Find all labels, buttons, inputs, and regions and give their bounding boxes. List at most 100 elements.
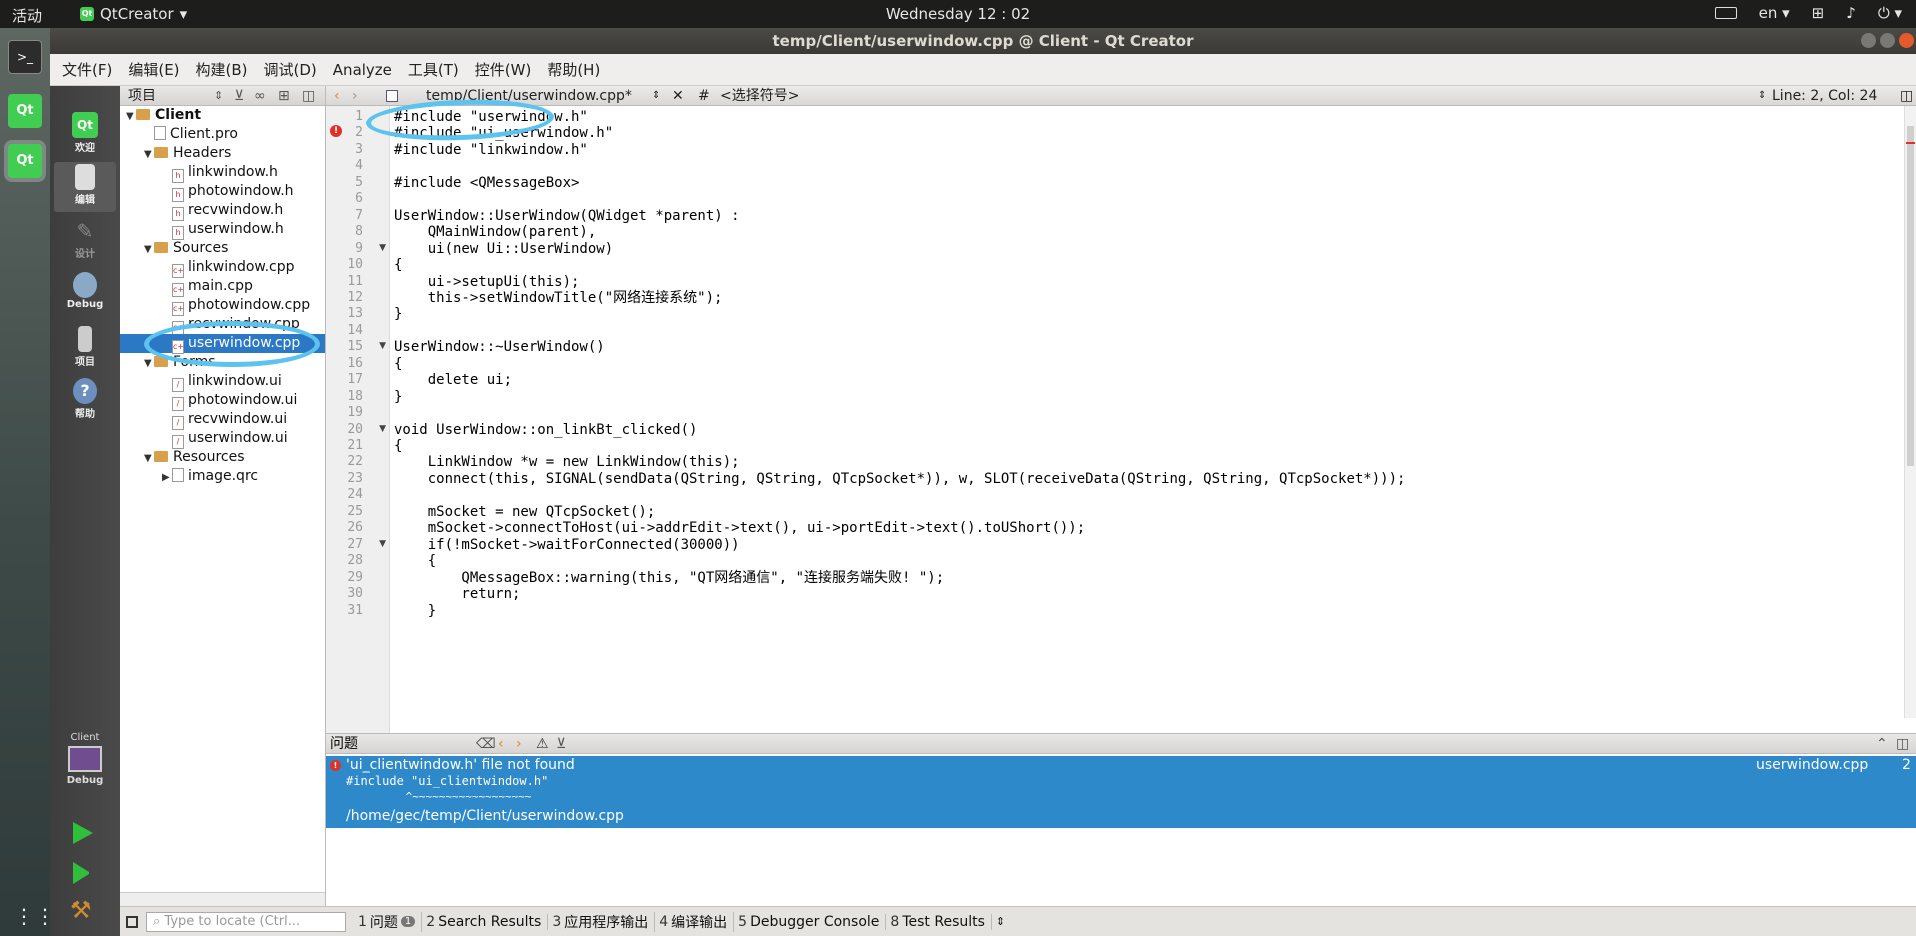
tree-item[interactable]: c+ main.cpp (120, 277, 325, 297)
code-line[interactable]: this->setWindowTitle("网络连接系统"); (394, 288, 723, 308)
activities-button[interactable]: 活动 (12, 5, 42, 26)
keyboard-icon[interactable] (1714, 7, 1737, 19)
warning-filter-icon[interactable]: ⚠ (536, 734, 549, 754)
network-icon[interactable]: ⊞ (1812, 4, 1825, 22)
output-tab-debugger[interactable]: 5 Debugger Console (738, 913, 887, 930)
code-line[interactable]: void UserWindow::on_linkBt_clicked() (394, 420, 697, 440)
error-icon[interactable]: ! (330, 125, 342, 138)
expand-arrow-icon[interactable]: ▼ (144, 240, 154, 259)
close-panel-icon[interactable]: ◫ (302, 86, 315, 106)
output-tab-tests[interactable]: 8 Test Results (890, 913, 992, 930)
tree-item[interactable]: / recvwindow.ui (120, 410, 325, 430)
language-indicator[interactable]: en ▾ (1759, 4, 1790, 22)
volume-icon[interactable]: ♪ (1846, 4, 1856, 22)
split-icon[interactable]: ⊞ (278, 86, 290, 106)
tree-item[interactable]: Client.pro (120, 125, 325, 144)
tree-item[interactable]: / userwindow.ui (120, 429, 325, 449)
filter-icon[interactable]: ⊻ (556, 734, 566, 754)
minimize-button[interactable] (1861, 33, 1876, 48)
close-button[interactable] (1899, 33, 1914, 48)
tree-item[interactable]: / photowindow.ui (120, 391, 325, 411)
close-document-icon[interactable]: ✕ (672, 86, 684, 106)
mode-debug[interactable]: Debug (54, 270, 116, 320)
build-hammer-icon[interactable]: ⚒ (70, 896, 92, 924)
split-editor-icon[interactable]: ◫ (1900, 86, 1913, 106)
maximize-button[interactable] (1880, 33, 1895, 48)
scrollbar-thumb[interactable] (1907, 126, 1914, 466)
link-icon[interactable]: ∞ (254, 86, 266, 106)
code-line[interactable]: #include "linkwindow.h" (394, 140, 588, 160)
expand-arrow-icon[interactable]: ▼ (126, 107, 136, 126)
mode-design[interactable]: ✎ 设计 (54, 216, 116, 266)
power-icon[interactable]: ⏻ ▾ (1878, 4, 1902, 22)
back-icon[interactable]: ‹ (334, 86, 340, 106)
tree-item[interactable]: ▼ Headers (120, 144, 325, 163)
fold-arrow-icon[interactable]: ▼ (379, 539, 386, 549)
menu-edit[interactable]: 编辑(E) (128, 59, 179, 80)
tree-item[interactable]: h linkwindow.h (120, 163, 325, 183)
terminal-icon[interactable]: >_ (8, 40, 42, 74)
filter-icon[interactable]: ⊻ (234, 86, 244, 106)
vertical-scrollbar[interactable] (1904, 106, 1916, 718)
kit-selector[interactable]: Client Debug (50, 732, 120, 786)
menu-widgets[interactable]: 控件(W) (475, 59, 532, 80)
tree-item[interactable]: c+ photowindow.cpp (120, 296, 325, 316)
tree-item[interactable]: ▼ Sources (120, 239, 325, 258)
code-line[interactable]: #include <QMessageBox> (394, 173, 579, 193)
debug-run-icon[interactable] (73, 862, 89, 884)
toggle-sidebar-icon[interactable] (126, 915, 138, 928)
chevron-updown-icon[interactable]: ⇕ (996, 915, 1005, 928)
code-line[interactable]: } (394, 601, 436, 621)
forward-icon[interactable]: › (352, 86, 358, 106)
expand-arrow-icon[interactable]: ▼ (144, 449, 154, 468)
code-line[interactable]: } (394, 387, 402, 407)
menu-analyze[interactable]: Analyze (333, 61, 392, 79)
locator-input[interactable]: ⌕ Type to locate (Ctrl... (146, 911, 346, 932)
tree-item[interactable]: h userwindow.h (120, 220, 325, 240)
prev-issue-icon[interactable]: ‹ (498, 734, 504, 754)
code-line[interactable]: if(!mSocket->waitForConnected(30000)) (394, 535, 740, 555)
next-issue-icon[interactable]: › (516, 734, 522, 754)
mode-help[interactable]: ? 帮助 (54, 376, 116, 426)
menu-help[interactable]: 帮助(H) (547, 59, 600, 80)
cursor-position[interactable]: Line: 2, Col: 24 (1772, 86, 1877, 106)
chevron-updown-icon[interactable]: ⇕ (1758, 86, 1766, 106)
symbol-combo[interactable]: <选择符号> (720, 86, 799, 106)
fold-arrow-icon[interactable]: ▼ (379, 243, 386, 253)
output-tab-compile[interactable]: 4 编译输出 (659, 911, 735, 932)
expand-arrow-icon[interactable]: ▶ (162, 468, 172, 487)
mode-edit[interactable]: 编辑 (54, 162, 116, 212)
menu-tools[interactable]: 工具(T) (408, 59, 459, 80)
fold-arrow-icon[interactable]: ▼ (379, 341, 386, 351)
tree-item[interactable]: h recvwindow.h (120, 201, 325, 221)
chevron-updown-icon[interactable]: ⇕ (652, 86, 660, 106)
tree-item[interactable]: ▼ Client (120, 106, 325, 125)
expand-arrow-icon[interactable]: ▼ (144, 145, 154, 164)
tree-item[interactable]: ▼ Resources (120, 448, 325, 467)
qt-designer-icon[interactable]: Qt (8, 94, 42, 128)
clock[interactable]: Wednesday 12 : 02 (0, 5, 1916, 23)
fold-arrow-icon[interactable]: ▼ (379, 424, 386, 434)
close-pane-icon[interactable]: ◫ (1896, 734, 1909, 754)
issue-item[interactable]: ! 'ui_clientwindow.h' file not found #in… (326, 756, 1916, 828)
maximize-pane-icon[interactable]: ⌃ (1876, 734, 1888, 754)
output-tab-search[interactable]: 2 Search Results (426, 913, 549, 930)
tree-item[interactable]: ▶ image.qrc (120, 467, 325, 486)
output-tab-app-output[interactable]: 3 应用程序输出 (552, 911, 656, 932)
code-line[interactable]: ui(new Ui::UserWindow) (394, 239, 613, 259)
code-line[interactable]: } (394, 304, 402, 324)
sort-icon[interactable]: ⇕ (214, 86, 223, 106)
mode-projects[interactable]: 项目 (54, 324, 116, 374)
tree-item[interactable]: c+ linkwindow.cpp (120, 258, 325, 278)
output-tab-issues[interactable]: 1 问题 1 (358, 911, 423, 932)
mode-welcome[interactable]: Qt 欢迎 (54, 110, 116, 160)
menu-debug[interactable]: 调试(D) (264, 59, 317, 80)
code-line[interactable]: connect(this, SIGNAL(sendData(QString, Q… (394, 469, 1406, 489)
qt-creator-icon[interactable]: Qt (8, 144, 42, 178)
menu-file[interactable]: 文件(F) (62, 59, 112, 80)
menu-build[interactable]: 构建(B) (196, 59, 248, 80)
tree-item[interactable]: / linkwindow.ui (120, 372, 325, 392)
app-menu[interactable]: Qt QtCreator ▾ (80, 5, 187, 23)
run-icon[interactable] (73, 822, 93, 844)
code-line[interactable]: delete ui; (394, 370, 512, 390)
